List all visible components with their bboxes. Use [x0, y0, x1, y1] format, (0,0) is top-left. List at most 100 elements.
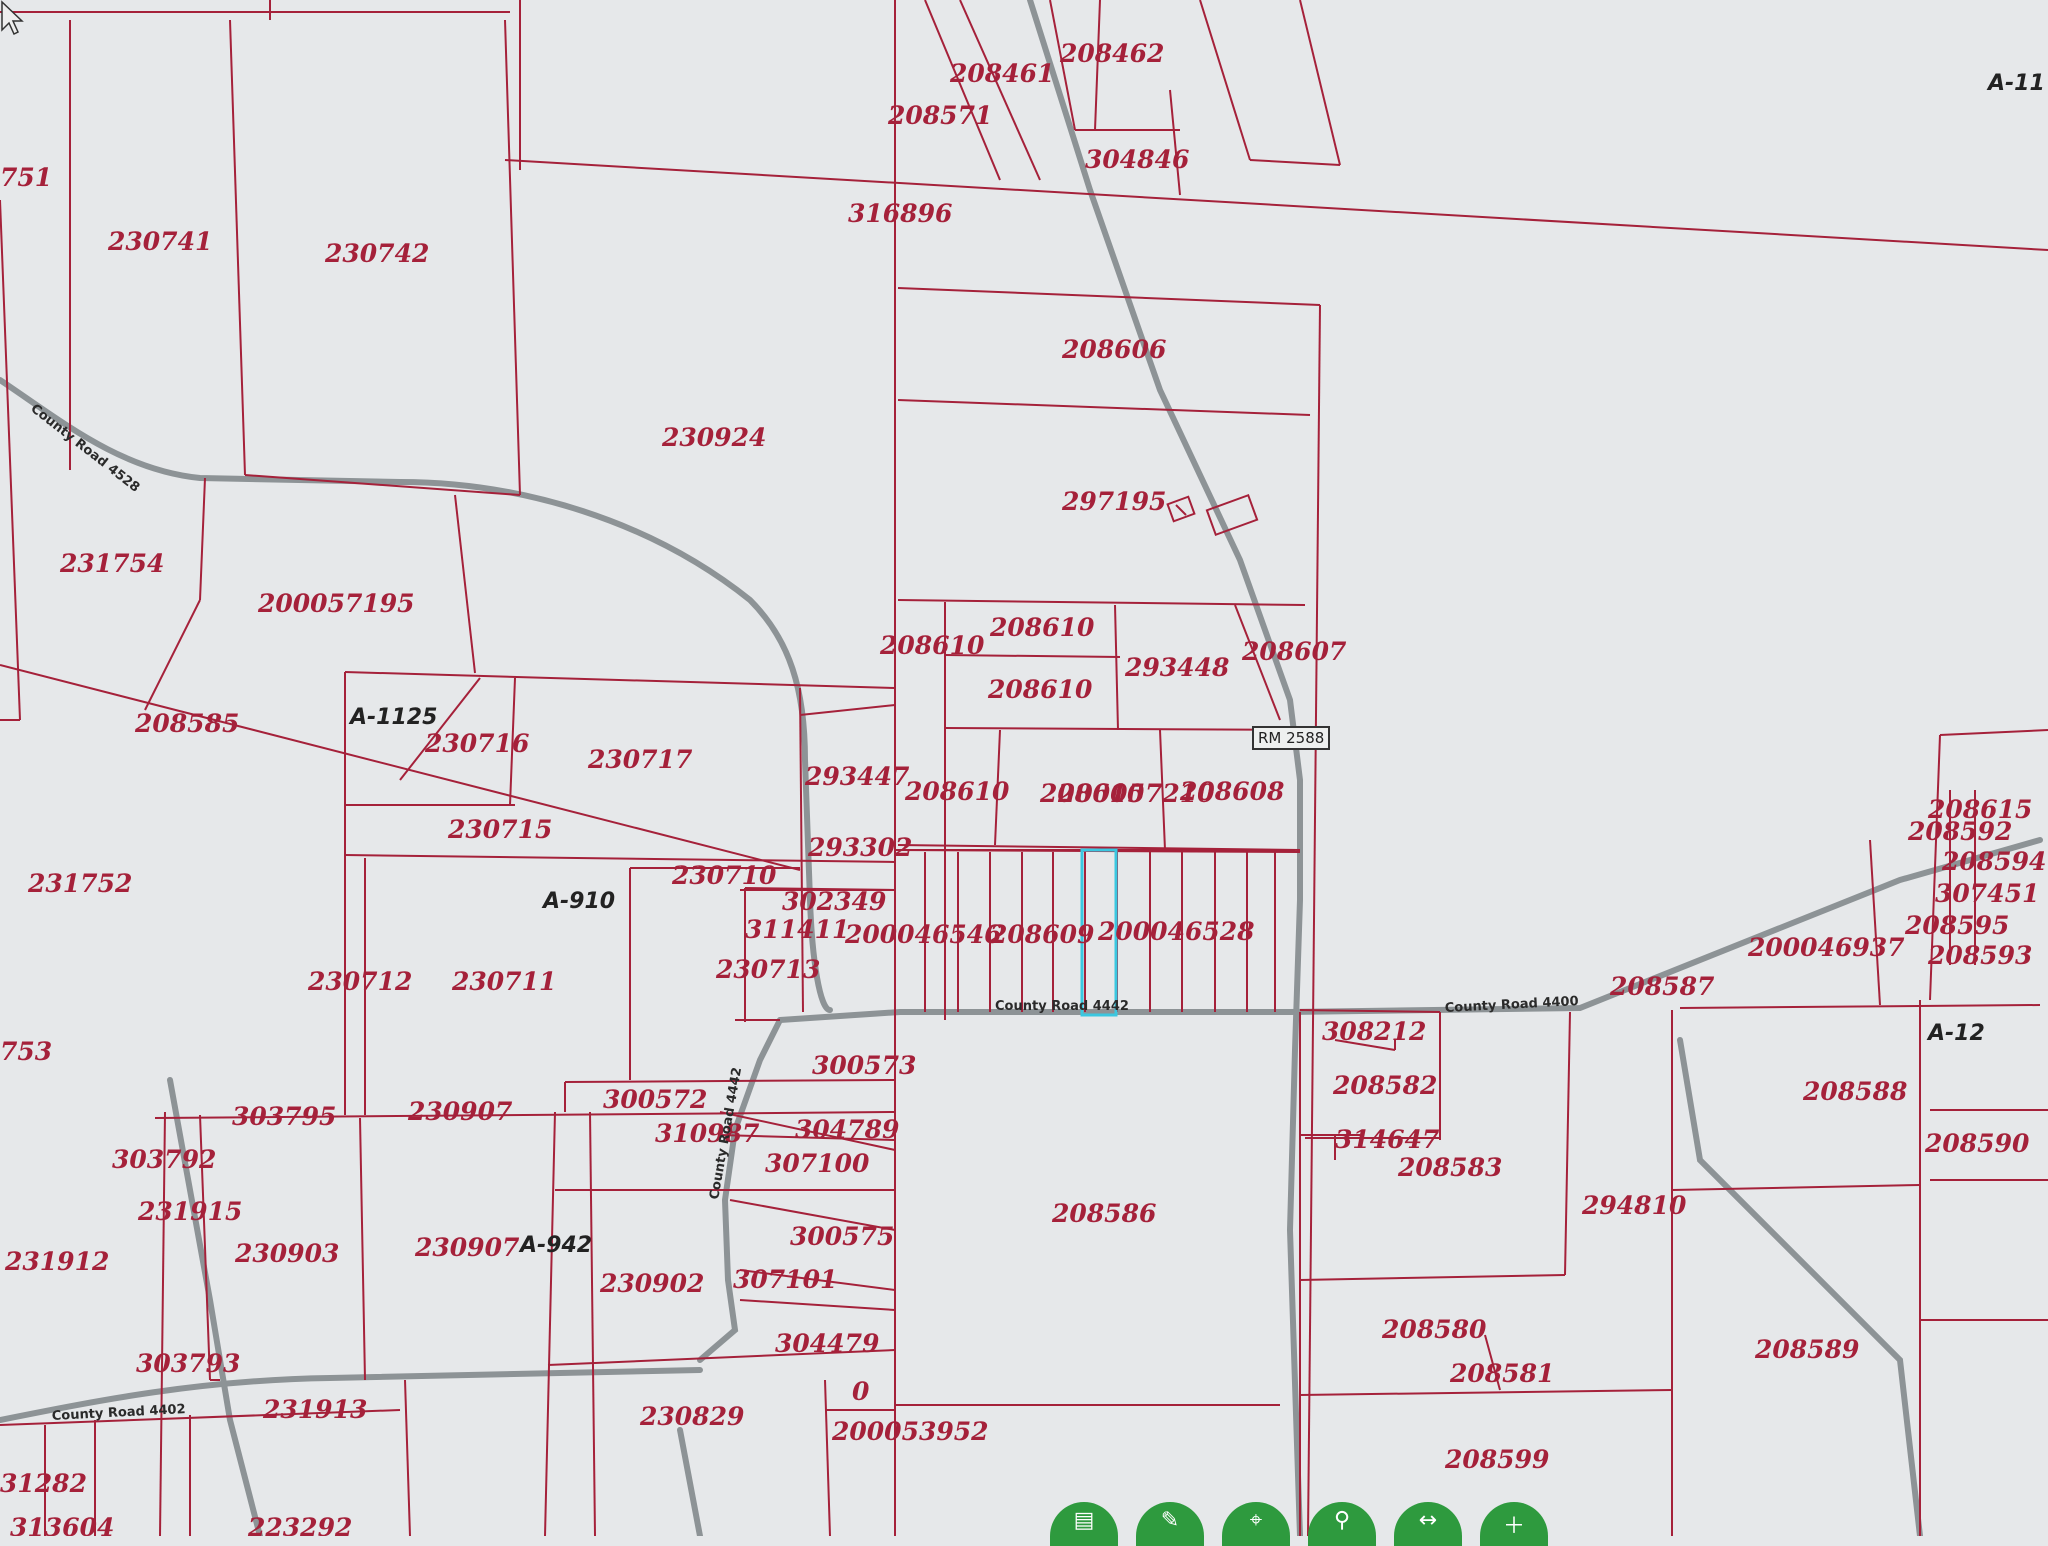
parcel-label[interactable]: 200046528: [1097, 917, 1255, 946]
parcel-label[interactable]: 208461: [949, 59, 1054, 88]
parcel-label[interactable]: 208608: [1179, 777, 1284, 806]
parcel-label[interactable]: 230716: [424, 729, 529, 758]
abstract-label[interactable]: A-1125: [348, 705, 437, 730]
parcel-label[interactable]: 303792: [112, 1145, 216, 1174]
parcel-label[interactable]: 208582: [1332, 1071, 1437, 1100]
parcel-label[interactable]: 208586: [1051, 1199, 1156, 1228]
parcel-label[interactable]: 208589: [1754, 1335, 1859, 1364]
parcel-label[interactable]: 302349: [782, 887, 886, 916]
parcel-label[interactable]: 230907: [414, 1233, 520, 1262]
parcel-label[interactable]: 231915: [137, 1197, 242, 1226]
parcel-label[interactable]: 208610: [879, 631, 985, 660]
parcel-label[interactable]: 230712: [307, 967, 412, 996]
parcel-label[interactable]: 208580: [1381, 1315, 1487, 1344]
parcel-label[interactable]: 200057195: [257, 589, 415, 618]
parcel-label[interactable]: 300572: [603, 1085, 707, 1114]
parcel-label[interactable]: 304789: [795, 1115, 899, 1144]
parcel-label[interactable]: 0: [852, 1377, 870, 1406]
parcel-label[interactable]: 230711: [451, 967, 556, 996]
parcel-label[interactable]: 310987: [655, 1119, 760, 1148]
parcel-label[interactable]: 311411: [745, 915, 849, 944]
parcel-label[interactable]: 208606: [1061, 335, 1166, 364]
parcel-label[interactable]: 208610: [987, 675, 1093, 704]
parcel-label[interactable]: 208610: [904, 777, 1010, 806]
parcel-label[interactable]: 230710: [671, 861, 777, 890]
parcel-label[interactable]: 208583: [1397, 1153, 1502, 1182]
parcel-label[interactable]: 208585: [134, 709, 239, 738]
parcel-label[interactable]: 208590: [1924, 1129, 2030, 1158]
parcel-label[interactable]: 314647: [1335, 1125, 1440, 1154]
parcel-label[interactable]: 230715: [447, 815, 552, 844]
parcel-label[interactable]: 308212: [1322, 1017, 1426, 1046]
parcel-label[interactable]: 208595: [1904, 911, 2009, 940]
parcel-label[interactable]: 230717: [587, 745, 693, 774]
parcel-label[interactable]: 293448: [1124, 653, 1229, 682]
abstract-label: A-11: [1986, 71, 2045, 96]
parcel-label[interactable]: 208587: [1609, 972, 1715, 1001]
parcel-label[interactable]: 208609: [989, 920, 1094, 949]
parcel-label[interactable]: 307101: [733, 1265, 837, 1294]
parcel-label[interactable]: 208571: [887, 101, 992, 130]
parcel-label[interactable]: 230829: [639, 1402, 744, 1431]
parcel-label[interactable]: 223292: [247, 1513, 352, 1536]
parcel-label[interactable]: 230903: [234, 1239, 339, 1268]
parcel-label[interactable]: 231913: [262, 1395, 367, 1424]
road-rm-2588: [1027, 0, 1303, 1536]
parcel-label[interactable]: 231754: [59, 549, 164, 578]
parcel-label[interactable]: 313604: [10, 1513, 114, 1536]
parcel-label[interactable]: 294810: [1581, 1191, 1687, 1220]
parcel-label[interactable]: 230742: [324, 239, 429, 268]
mouse-pointer-icon: [1, 0, 24, 36]
parcel-label[interactable]: 293447: [804, 762, 910, 791]
parcel-label[interactable]: 303793: [136, 1349, 240, 1378]
parcel-label[interactable]: 300573: [812, 1051, 916, 1080]
parcel-label[interactable]: 208588: [1802, 1077, 1907, 1106]
parcel-label[interactable]: 316896: [848, 199, 952, 228]
road-southeast: [1677, 1037, 1923, 1536]
parcel-label[interactable]: 230907: [407, 1097, 513, 1126]
parcel-label[interactable]: 200046937: [1747, 933, 1905, 962]
parcel-label[interactable]: 231912: [4, 1247, 109, 1276]
parcel-label[interactable]: 307100: [765, 1149, 870, 1178]
measure-icon[interactable]: ↔: [1394, 1502, 1462, 1546]
parcel-labels: 208461208462 208571 304846 316896 230741 2307…: [0, 39, 2046, 1536]
layers-icon[interactable]: ▤: [1050, 1502, 1118, 1546]
parcel-lines: [0, 0, 2048, 1536]
parcel-label[interactable]: 753: [0, 1037, 52, 1066]
parcel-label[interactable]: 208610: [989, 613, 1095, 642]
parcel-label[interactable]: 307451: [1935, 879, 2039, 908]
abstract-label[interactable]: A-12: [1926, 1021, 1985, 1046]
parcel-label[interactable]: 31282: [0, 1469, 87, 1498]
parcel-label[interactable]: 200053952: [831, 1417, 989, 1446]
parcel-label[interactable]: 208599: [1444, 1445, 1549, 1474]
abstract-label: A-942: [518, 1233, 592, 1258]
parcel-label[interactable]: 230713: [715, 955, 820, 984]
road-south-mid: [677, 1427, 703, 1536]
parcel-map[interactable]: 208461 208462 208571 304846 316896 230741 2307…: [0, 0, 2048, 1546]
highway-shield-rm-2588: RM 2588: [1252, 726, 1331, 750]
parcel-label[interactable]: 208462: [1059, 39, 1164, 68]
parcel-label[interactable]: 208594: [1941, 847, 2046, 876]
parcel-label[interactable]: 300575: [790, 1222, 894, 1251]
edit-icon[interactable]: ✎: [1136, 1502, 1204, 1546]
parcel-label[interactable]: 200046546: [844, 920, 1002, 949]
roads: [0, 0, 2043, 1536]
parcel-label[interactable]: 751: [0, 163, 52, 192]
parcel-label[interactable]: 297195: [1061, 487, 1166, 516]
parcel-label[interactable]: 304479: [775, 1329, 879, 1358]
map-toolbar: ▤ ✎ ⌖ ⚲ ↔ ＋: [1050, 1502, 1548, 1546]
parcel-label[interactable]: 208581: [1449, 1359, 1554, 1388]
parcel-label[interactable]: 208607: [1241, 637, 1347, 666]
parcel-label[interactable]: 230902: [599, 1269, 704, 1298]
parcel-label[interactable]: 304846: [1085, 145, 1189, 174]
parcel-label[interactable]: 303795: [232, 1102, 336, 1131]
parcel-label[interactable]: 293302: [807, 833, 912, 862]
parcel-label[interactable]: 208592: [1907, 817, 2012, 846]
parcel-label[interactable]: 230741: [107, 227, 212, 256]
parcel-label[interactable]: 208593: [1927, 941, 2032, 970]
parcel-label[interactable]: 230924: [661, 423, 766, 452]
parcel-label[interactable]: 231752: [27, 869, 132, 898]
search-icon[interactable]: ⚲: [1308, 1502, 1376, 1546]
locate-icon[interactable]: ⌖: [1222, 1502, 1290, 1546]
add-icon[interactable]: ＋: [1480, 1502, 1548, 1546]
